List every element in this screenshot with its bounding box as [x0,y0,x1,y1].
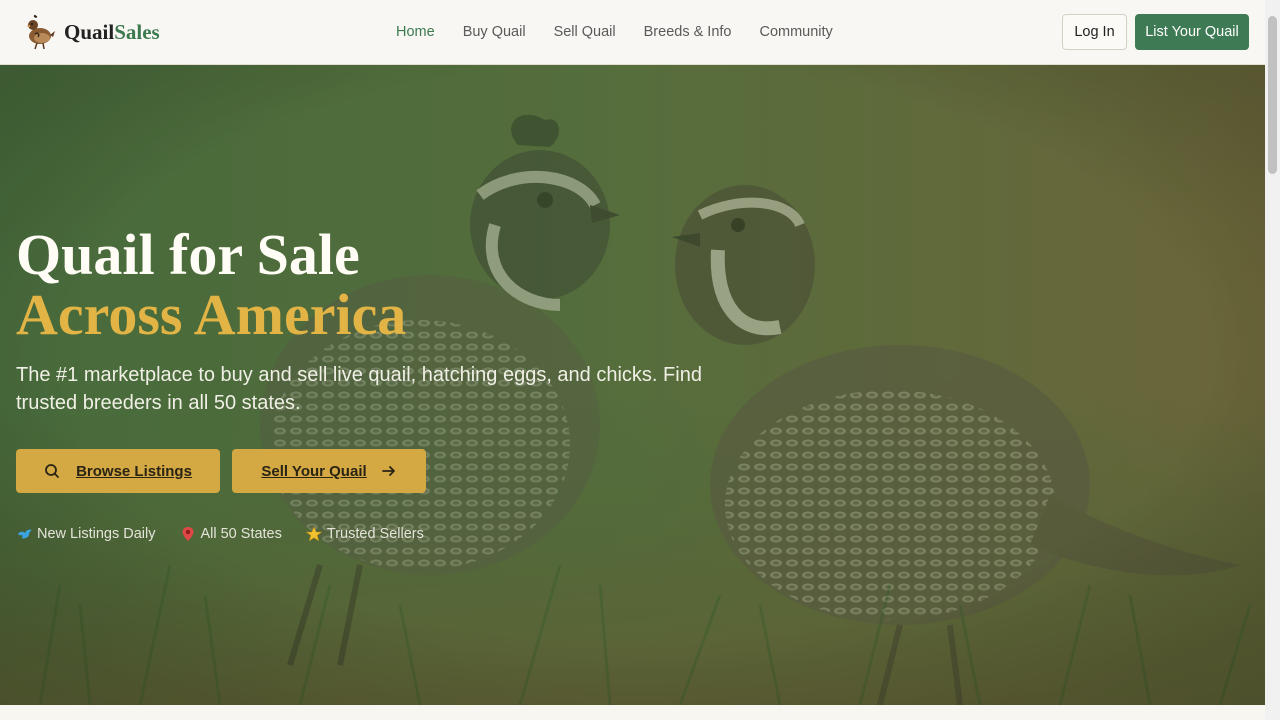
hero-features: New Listings Daily All 50 States Trusted… [16,525,448,542]
hero-title: Quail for Sale Across America [16,225,816,345]
hero-title-line2: Across America [16,282,407,347]
hero-section: Quail for Sale Across America The #1 mar… [0,65,1265,705]
browse-listings-label: Browse Listings [76,462,192,480]
feature-all-states: All 50 States [179,525,282,542]
brand-name-part1: Quail [64,19,115,44]
page-scrollbar[interactable] [1265,0,1280,720]
nav-buy-quail[interactable]: Buy Quail [463,24,526,40]
scrollbar-thumb[interactable] [1268,16,1277,174]
nav-home[interactable]: Home [396,24,435,40]
list-your-quail-button[interactable]: List Your Quail [1135,14,1249,50]
feature-trusted-sellers-label: Trusted Sellers [326,525,424,542]
login-button[interactable]: Log In [1062,14,1127,50]
next-section-edge [0,705,1265,720]
sell-your-quail-label: Sell Your Quail [261,462,367,480]
brand-name: QuailSales [64,20,160,45]
site-header: QuailSales Home Buy Quail Sell Quail Bre… [0,0,1265,65]
feature-new-listings: New Listings Daily [16,525,155,542]
arrow-right-icon [381,466,395,476]
feature-trusted-sellers: Trusted Sellers [306,525,424,542]
hero-subtitle: The #1 marketplace to buy and sell live … [16,364,702,414]
brand-name-part2: Sales [114,19,160,44]
nav-community[interactable]: Community [759,24,832,40]
pin-icon [179,525,196,542]
main-nav: Home Buy Quail Sell Quail Breeds & Info … [396,0,861,64]
browse-listings-button[interactable]: Browse Listings [16,449,220,493]
search-icon [45,464,59,478]
nav-breeds-info[interactable]: Breeds & Info [644,24,732,40]
sell-your-quail-button[interactable]: Sell Your Quail [232,449,426,493]
quail-logo-icon [26,14,55,50]
feature-all-states-label: All 50 States [200,525,282,542]
bird-icon [16,525,33,542]
star-icon [306,525,323,542]
hero-title-line1: Quail for Sale [16,222,360,287]
brand-logo[interactable]: QuailSales [22,12,160,52]
nav-sell-quail[interactable]: Sell Quail [554,24,616,40]
feature-new-listings-label: New Listings Daily [37,525,156,542]
